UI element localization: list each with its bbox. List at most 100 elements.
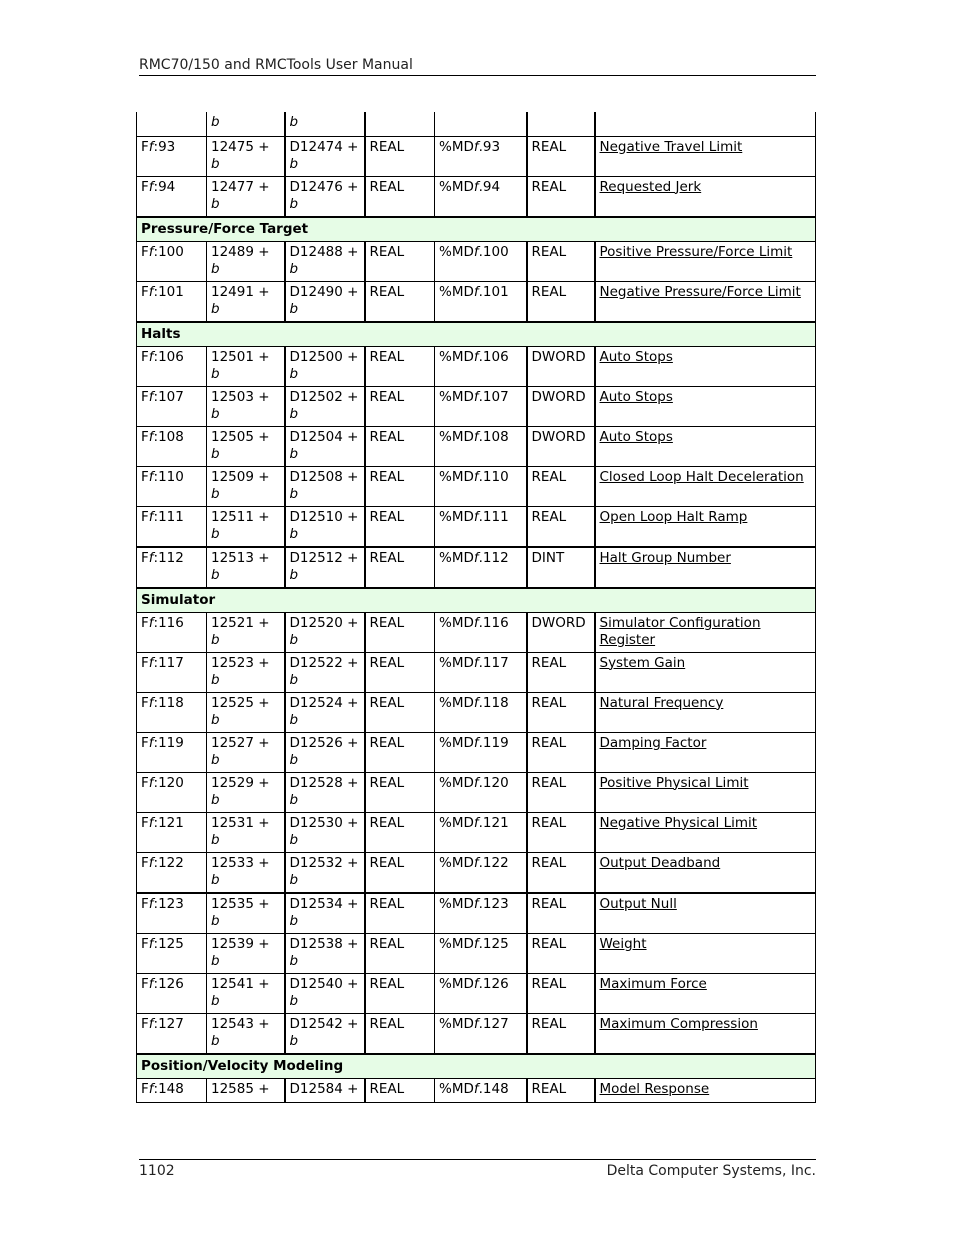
register-name-link[interactable]: Auto Stops: [600, 349, 673, 365]
b-suffix: b: [211, 1032, 220, 1049]
b-suffix: b: [289, 671, 299, 688]
table-row: Ff:116 12521 + b D12520 + b REAL %MDf.116 DWORD…: [136, 611, 816, 653]
register-name-link[interactable]: Output Null: [600, 896, 677, 912]
cell-register-name: Positive Physical Limit: [593, 771, 816, 813]
ff-prefix: F: [141, 388, 149, 405]
register-name-link[interactable]: Positive Pressure/Force Limit: [600, 244, 793, 260]
register-name-link[interactable]: Requested Jerk: [600, 179, 702, 195]
register-name-link[interactable]: Maximum Force: [600, 976, 707, 992]
cell-ff-index: Ff:116: [136, 611, 207, 653]
register-name-link[interactable]: Open Loop Halt Ramp: [600, 509, 748, 525]
ff-number: :118: [153, 694, 184, 711]
register-name-link[interactable]: Halt Group Number: [600, 550, 731, 566]
d-register-value: D12510 +: [289, 508, 359, 525]
cell-ff-index: Ff:122: [136, 851, 207, 893]
b-suffix: b: [211, 711, 220, 728]
cell-empty: [434, 112, 527, 137]
cell-d-register: D12542 + b: [283, 1012, 365, 1054]
md-prefix: %MD: [439, 508, 474, 525]
cell-d-register: D12538 + b: [283, 932, 365, 974]
ff-prefix: F: [141, 895, 149, 912]
continued-row: b b: [136, 112, 816, 137]
cell-data-type: DWORD: [525, 345, 595, 387]
cell-ff-index: Ff:148: [136, 1077, 207, 1103]
register-name-link[interactable]: Simulator Configuration Register: [600, 615, 761, 648]
ff-prefix: F: [141, 814, 149, 831]
cell-ff-index: Ff:111: [136, 505, 207, 547]
cell-register-name: Positive Pressure/Force Limit: [593, 240, 816, 282]
table-row: Ff:125 12539 + b D12538 + b REAL %MDf.125 REAL W…: [136, 932, 816, 974]
b-suffix: b: [289, 711, 299, 728]
ff-prefix: F: [141, 734, 149, 751]
cell-register-name: Negative Travel Limit: [593, 135, 816, 177]
register-name-link[interactable]: Closed Loop Halt Deceleration: [600, 469, 804, 485]
cell-data-type: REAL: [525, 891, 595, 934]
register-name-link[interactable]: Maximum Compression: [600, 1016, 758, 1032]
b-suffix: b: [211, 791, 220, 808]
cell-type: REAL: [363, 932, 435, 974]
register-name-link[interactable]: Output Deadband: [600, 855, 721, 871]
cell-data-type: DWORD: [525, 611, 595, 653]
cell-ff-index: Ff:123: [136, 891, 207, 934]
ff-number: :116: [153, 614, 184, 631]
register-name-link[interactable]: Auto Stops: [600, 429, 673, 445]
cell-register-name: Simulator Configuration Register: [593, 611, 816, 653]
register-name-link[interactable]: Model Response: [600, 1081, 710, 1097]
ff-prefix: F: [141, 468, 149, 485]
b-suffix: b: [211, 195, 220, 212]
cell-md-address: %MDf.126: [434, 972, 527, 1014]
cell-data-type: DWORD: [525, 425, 595, 467]
d-register-value: D12500 +: [289, 348, 359, 365]
cell-ff-index: Ff:120: [136, 771, 207, 813]
cell-md-address: %MDf.117: [434, 651, 527, 693]
cell-empty: [593, 112, 816, 137]
cell-md-address: %MDf.93: [434, 135, 527, 177]
ff-prefix: F: [141, 508, 149, 525]
b-suffix: b: [289, 114, 299, 130]
b-suffix: b: [289, 871, 299, 888]
d-register-value: D12540 +: [289, 975, 359, 992]
d-register-value: D12488 +: [289, 243, 359, 260]
ff-number: :106: [153, 348, 184, 365]
md-prefix: %MD: [439, 388, 474, 405]
register-name-link[interactable]: Negative Pressure/Force Limit: [600, 284, 801, 300]
cell-md-address: %MDf.108: [434, 425, 527, 467]
cell-md-address: %MDf.119: [434, 731, 527, 773]
address-value: 12491 +: [211, 283, 270, 300]
cell-register-name: Requested Jerk: [593, 175, 816, 217]
cell-md-address: %MDf.125: [434, 932, 527, 974]
cell-register-name: Maximum Force: [593, 972, 816, 1014]
b-suffix: b: [289, 751, 299, 768]
cell-ff-index: Ff:94: [136, 175, 207, 217]
cell-md-address: %MDf.116: [434, 611, 527, 653]
cell-type: REAL: [363, 891, 435, 934]
d-register-value: D12584 +: [289, 1080, 359, 1097]
ff-number: :127: [153, 1015, 184, 1032]
register-name-link[interactable]: Damping Factor: [600, 735, 707, 751]
d-register-value: D12526 +: [289, 734, 359, 751]
md-number: .111: [478, 508, 509, 525]
b-suffix: b: [289, 300, 299, 317]
ff-number: :111: [153, 508, 184, 525]
b-suffix: b: [211, 952, 220, 969]
cell-d-register: D12534 + b: [283, 891, 365, 934]
address-value: 12501 +: [211, 348, 270, 365]
ff-prefix: F: [141, 178, 149, 195]
d-register-value: D12530 +: [289, 814, 359, 831]
register-name-link[interactable]: Negative Physical Limit: [600, 815, 758, 831]
register-name-link[interactable]: System Gain: [600, 655, 686, 671]
md-number: .108: [478, 428, 509, 445]
md-prefix: %MD: [439, 549, 474, 566]
register-name-link[interactable]: Weight: [600, 936, 647, 952]
cell-md-address: %MDf.123: [434, 891, 527, 934]
register-name-link[interactable]: Negative Travel Limit: [600, 139, 743, 155]
ff-number: :125: [153, 935, 184, 952]
cell-type: REAL: [363, 771, 435, 813]
address-value: 12531 +: [211, 814, 270, 831]
b-suffix: b: [289, 155, 299, 172]
register-name-link[interactable]: Positive Physical Limit: [600, 775, 749, 791]
cell-type: REAL: [363, 851, 435, 893]
register-name-link[interactable]: Natural Frequency: [600, 695, 724, 711]
register-name-link[interactable]: Auto Stops: [600, 389, 673, 405]
cell-type: REAL: [363, 280, 435, 322]
